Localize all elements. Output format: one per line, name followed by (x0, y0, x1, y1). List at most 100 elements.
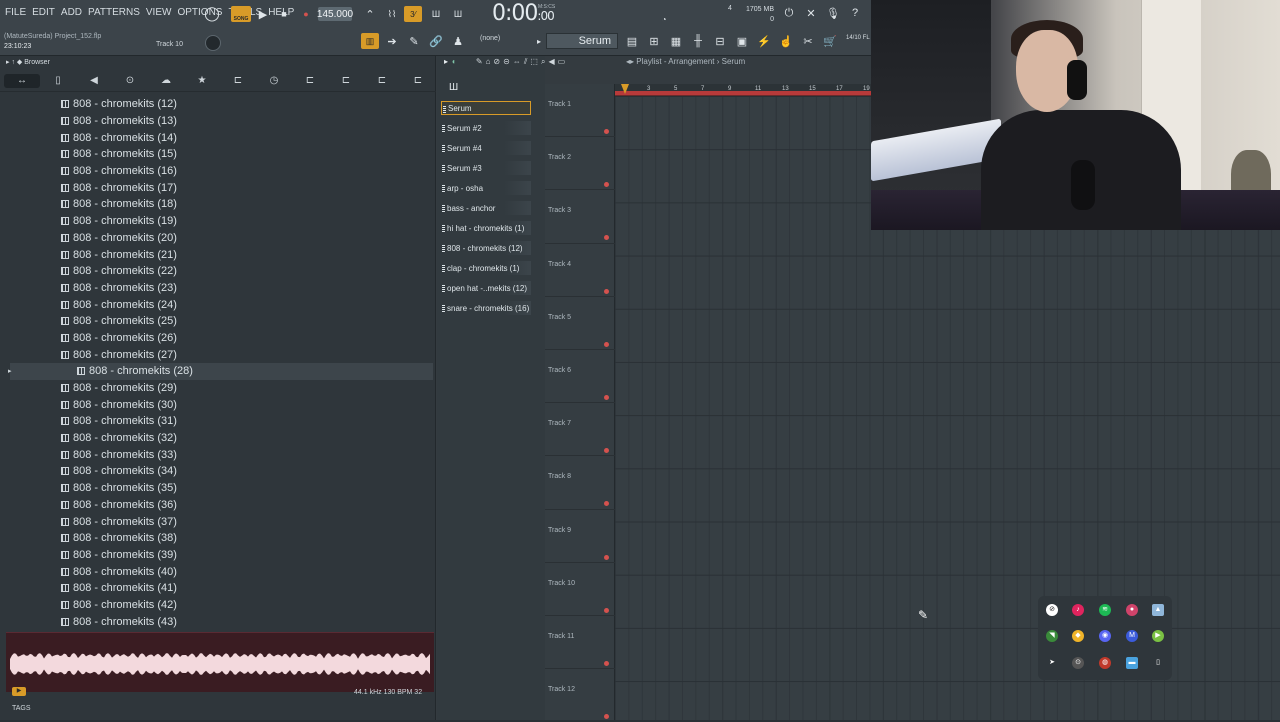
plugin-picker-icon[interactable]: ▣ (733, 33, 751, 49)
magnet-icon[interactable]: ◖ (451, 57, 456, 67)
track-record-dot[interactable] (604, 554, 609, 560)
instrument-selector[interactable]: Serum (546, 33, 618, 49)
browser-file-item[interactable]: 808 - chromekits (40) (0, 563, 436, 580)
browser-file-item[interactable]: 808 - chromekits (37) (0, 513, 436, 530)
menu-edit[interactable]: EDIT (31, 5, 56, 20)
sample-waveform-preview[interactable] (6, 632, 434, 692)
menu-file[interactable]: FILE (4, 5, 27, 20)
browser-file-item[interactable]: 808 - chromekits (25) (0, 313, 436, 330)
favorites-icon[interactable]: ★ (184, 75, 220, 86)
history-icon[interactable]: ◷ (256, 75, 292, 86)
track-header[interactable]: Track 7 (545, 403, 615, 457)
track-record-dot[interactable] (604, 182, 609, 188)
play-icon[interactable]: ▶ (254, 6, 272, 22)
browser-file-item[interactable]: 808 - chromekits (17) (0, 179, 436, 196)
loop-record-icon[interactable]: Ш (449, 6, 467, 22)
browser-file-item[interactable]: 808 - chromekits (32) (0, 430, 436, 447)
track-header[interactable]: Track 5 (545, 297, 615, 350)
arrow-right-icon[interactable]: ➔ (383, 33, 401, 49)
browser-file-item[interactable]: 808 - chromekits (16) (0, 163, 436, 180)
pattern-icon[interactable]: ▭ (558, 57, 566, 67)
browser-file-item[interactable]: 808 - chromekits (36) (0, 497, 436, 514)
wait-icon[interactable]: ⌇⌇ (383, 6, 401, 22)
tray-app-9-icon[interactable]: M (1126, 630, 1138, 642)
browser-file-item[interactable]: 808 - chromekits (35) (0, 480, 436, 497)
track-record-dot[interactable] (604, 288, 609, 294)
select-icon[interactable]: ⬚ (530, 57, 538, 67)
track-header[interactable]: Track 1 (545, 84, 615, 138)
folder-icon[interactable]: ⊏ (220, 75, 256, 86)
browser-file-item[interactable]: 808 - chromekits (15) (0, 146, 436, 163)
browser-file-item[interactable]: 808 - chromekits (30) (0, 396, 436, 413)
track-header[interactable]: Track 4 (545, 244, 615, 297)
tray-app-14-icon[interactable]: ▬ (1126, 657, 1138, 669)
preview-play-button[interactable]: ▶ (12, 687, 26, 696)
browser-toggle-icon[interactable]: ⊟ (711, 33, 729, 49)
track-header[interactable]: Track 8 (545, 456, 615, 510)
delete-icon[interactable]: ⊘ (493, 57, 500, 67)
tray-app-4-icon[interactable]: ● (1126, 604, 1138, 616)
browser-file-item[interactable]: 808 - chromekits (24) (0, 296, 436, 313)
pointer-icon[interactable]: ➤ (1046, 657, 1058, 669)
browser-file-item[interactable]: 808 - chromekits (31) (0, 413, 436, 430)
track-header[interactable]: Track 2 (545, 137, 615, 191)
tags-label[interactable]: TAGS (12, 705, 31, 712)
browser-file-item[interactable]: 808 - chromekits (19) (0, 213, 436, 230)
playback-icon[interactable]: ◀ (548, 57, 554, 67)
browser-file-item[interactable]: ▸ 808 - chromekits (28) (8, 363, 433, 380)
channel-item[interactable]: snare - chromekits (16) (441, 301, 531, 315)
folder-3-icon[interactable]: ⊏ (328, 75, 364, 86)
tray-app-2-icon[interactable]: ♪ (1072, 604, 1084, 616)
link-icon[interactable]: 🔗 (427, 33, 445, 49)
track-record-dot[interactable] (604, 395, 609, 400)
track-header[interactable]: Track 12 (545, 669, 615, 722)
microphone-icon[interactable]: 🎙 (824, 5, 842, 21)
folder-4-icon[interactable]: ⊏ (364, 75, 400, 86)
cart-icon[interactable]: 🛒 (821, 33, 839, 49)
step-edit-icon[interactable]: Ш (427, 6, 445, 22)
tray-app-10-icon[interactable]: ▶ (1152, 630, 1164, 642)
track-record-dot[interactable] (604, 448, 609, 454)
mute-icon[interactable]: ⊝ (503, 57, 510, 67)
tools-icon[interactable]: ✕ (802, 5, 820, 21)
zoom-icon[interactable]: ⌕ (541, 57, 545, 67)
channel-item[interactable]: hi hat - chromekits (1) (441, 221, 531, 235)
record-icon[interactable]: ● (297, 6, 315, 22)
all-icon[interactable]: ↔ (4, 73, 40, 88)
arrow-left-icon[interactable]: ▸ (444, 57, 448, 67)
paint-icon[interactable]: ⌂ (486, 57, 491, 67)
browser-file-item[interactable]: 808 - chromekits (27) (0, 346, 436, 363)
track-record-dot[interactable] (604, 661, 609, 666)
track-record-dot[interactable] (604, 341, 609, 347)
speaker-icon[interactable]: ◀ (76, 75, 112, 86)
track-record-dot[interactable] (604, 714, 609, 720)
browser-file-item[interactable]: 808 - chromekits (26) (0, 330, 436, 347)
channel-item[interactable]: 808 - chromekits (12) (441, 241, 531, 255)
browser-file-item[interactable]: 808 - chromekits (41) (0, 580, 436, 597)
track-record-dot[interactable] (604, 129, 609, 134)
song-mode-button[interactable]: SONG (231, 6, 251, 22)
browser-file-item[interactable]: 808 - chromekits (22) (0, 263, 436, 280)
slip-icon[interactable]: ⇔ (513, 57, 521, 67)
browser-file-item[interactable]: 808 - chromekits (12) (0, 96, 436, 113)
main-volume-knob[interactable] (205, 35, 221, 51)
browser-file-item[interactable]: 808 - chromekits (20) (0, 230, 436, 247)
files-icon[interactable]: ▯ (40, 75, 76, 86)
menu-view[interactable]: VIEW (145, 5, 173, 20)
browser-file-item[interactable]: 808 - chromekits (33) (0, 446, 436, 463)
browser-file-item[interactable]: 808 - chromekits (18) (0, 196, 436, 213)
track-record-dot[interactable] (604, 607, 609, 613)
folder-5-icon[interactable]: ⊏ (400, 75, 436, 86)
expand-arrow-icon[interactable]: ▸ (8, 367, 12, 375)
touch-icon[interactable]: ☝ (777, 33, 795, 49)
spotify-icon[interactable]: ≋ (1099, 604, 1111, 616)
track-header[interactable]: Track 11 (545, 616, 615, 670)
browser-file-item[interactable]: 808 - chromekits (21) (0, 246, 436, 263)
playlist-icon[interactable]: ▤ (623, 33, 641, 49)
stamp-icon[interactable]: ♟ (449, 33, 467, 49)
channel-rack-icon[interactable]: ⊞ (645, 33, 663, 49)
pattern-selector[interactable]: (none) (480, 35, 500, 42)
playhead-marker[interactable] (621, 84, 629, 94)
channel-item[interactable]: Serum #2 (441, 121, 531, 135)
channel-item[interactable]: Serum (441, 101, 531, 115)
